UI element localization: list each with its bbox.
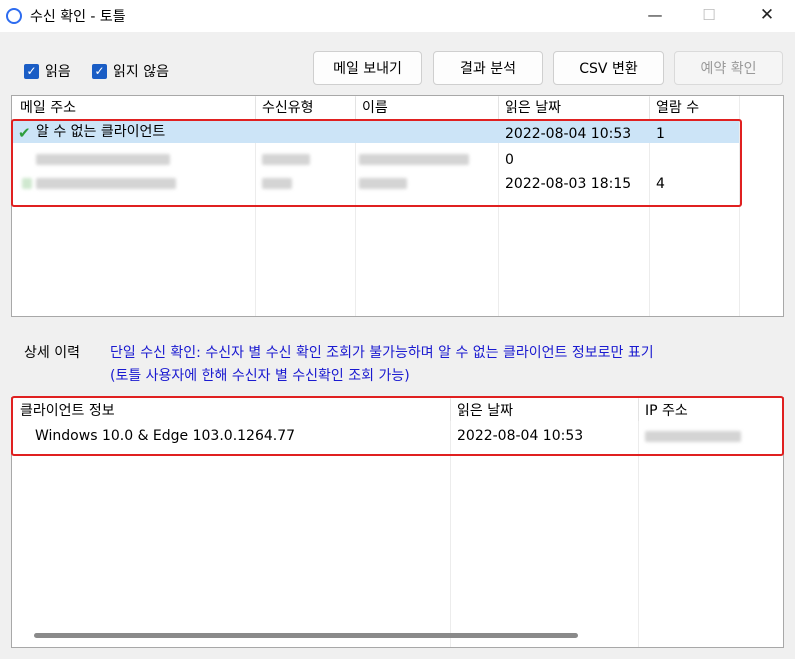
horizontal-scrollbar[interactable] xyxy=(34,633,578,638)
read-filter-label: 읽음 xyxy=(45,64,71,80)
column-header-email[interactable]: 메일 주소 xyxy=(20,96,76,120)
reservation-check-button[interactable]: 예약 확인 xyxy=(674,51,783,85)
analyze-results-button[interactable]: 결과 분석 xyxy=(433,51,543,85)
column-header-type[interactable]: 수신유형 xyxy=(262,96,314,120)
highlight-box xyxy=(11,396,784,456)
unread-filter-label: 읽지 않음 xyxy=(113,64,169,80)
column-header-name[interactable]: 이름 xyxy=(362,96,388,120)
maximize-button[interactable]: ☐ xyxy=(686,0,732,32)
highlight-box xyxy=(11,119,742,207)
send-mail-button[interactable]: 메일 보내기 xyxy=(313,51,422,85)
title-bar: 수신 확인 - 토틀 — ☐ ✕ xyxy=(0,0,795,32)
close-button[interactable]: ✕ xyxy=(744,0,790,32)
detail-info-line2: (토틀 사용자에 한해 수신자 별 수신확인 조회 가능) xyxy=(110,368,410,384)
checkbox-checked-icon: ✓ xyxy=(92,63,107,79)
detail-info-line1: 단일 수신 확인: 수신자 별 수신 확인 조회가 불가능하며 알 수 없는 클… xyxy=(110,345,654,361)
detail-history-label: 상세 이력 xyxy=(24,345,80,361)
column-header-views[interactable]: 열람 수 xyxy=(656,96,699,120)
column-header-read-date[interactable]: 읽은 날짜 xyxy=(505,96,561,120)
minimize-button[interactable]: — xyxy=(632,0,678,32)
csv-convert-button[interactable]: CSV 변환 xyxy=(553,51,664,85)
checkbox-checked-icon: ✓ xyxy=(24,63,39,79)
read-filter-checkbox[interactable]: ✓ 읽음 xyxy=(24,61,71,81)
app-logo-icon xyxy=(6,8,22,24)
unread-filter-checkbox[interactable]: ✓ 읽지 않음 xyxy=(92,61,169,81)
window-title: 수신 확인 - 토틀 xyxy=(30,9,126,25)
